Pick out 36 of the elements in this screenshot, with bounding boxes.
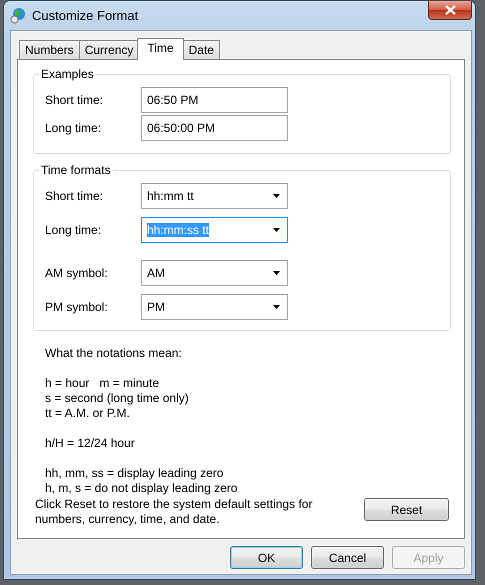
notation-line: s = second (long time only) <box>45 391 190 406</box>
tab[interactable]: Date <box>182 40 220 59</box>
dropdown[interactable]: hh:mm tt <box>141 183 288 209</box>
dropdown[interactable]: PM <box>141 294 288 320</box>
notation-line: h, m, s = do not display leading zero <box>45 481 238 496</box>
field-label: Long time: <box>45 121 102 135</box>
text-field[interactable]: 06:50:00 PM <box>141 115 288 141</box>
group-title: Time formats <box>39 163 113 177</box>
tab[interactable]: Numbers <box>19 40 80 59</box>
text-field[interactable]: 06:50 PM <box>141 87 288 113</box>
field-label: AM symbol: <box>45 266 109 280</box>
caret-icon <box>273 228 280 232</box>
field-label: Long time: <box>45 223 102 237</box>
group-title: Examples <box>39 67 96 81</box>
caret-icon <box>273 194 280 198</box>
field-label: Short time: <box>45 189 104 203</box>
caret-icon <box>273 271 280 275</box>
reset-description: Click Reset to restore the system default settings for numbers, currency, time, and date. <box>34 497 314 527</box>
dialog-button[interactable]: OK <box>230 546 303 569</box>
field-label: Short time: <box>45 93 104 107</box>
reset-button[interactable]: Reset <box>364 498 449 521</box>
dropdown[interactable]: AM <box>141 260 288 286</box>
tab[interactable]: Currency <box>78 40 140 59</box>
close-icon <box>444 5 456 15</box>
caret-icon <box>273 305 280 309</box>
tab[interactable]: Time <box>137 38 184 60</box>
window-title: Customize Format <box>32 8 138 23</box>
close-button[interactable] <box>428 1 472 20</box>
notation-line: h = hour m = minute <box>45 376 160 391</box>
notation-line: h/H = 12/24 hour <box>45 436 136 451</box>
notes-heading: What the notations mean: <box>45 346 183 361</box>
notation-line: hh, mm, ss = display leading zero <box>45 466 224 481</box>
globe-icon <box>10 7 26 24</box>
field-label: PM symbol: <box>45 300 109 314</box>
notation-line: tt = A.M. or P.M. <box>45 406 131 421</box>
dialog-button[interactable]: Cancel <box>311 546 384 569</box>
